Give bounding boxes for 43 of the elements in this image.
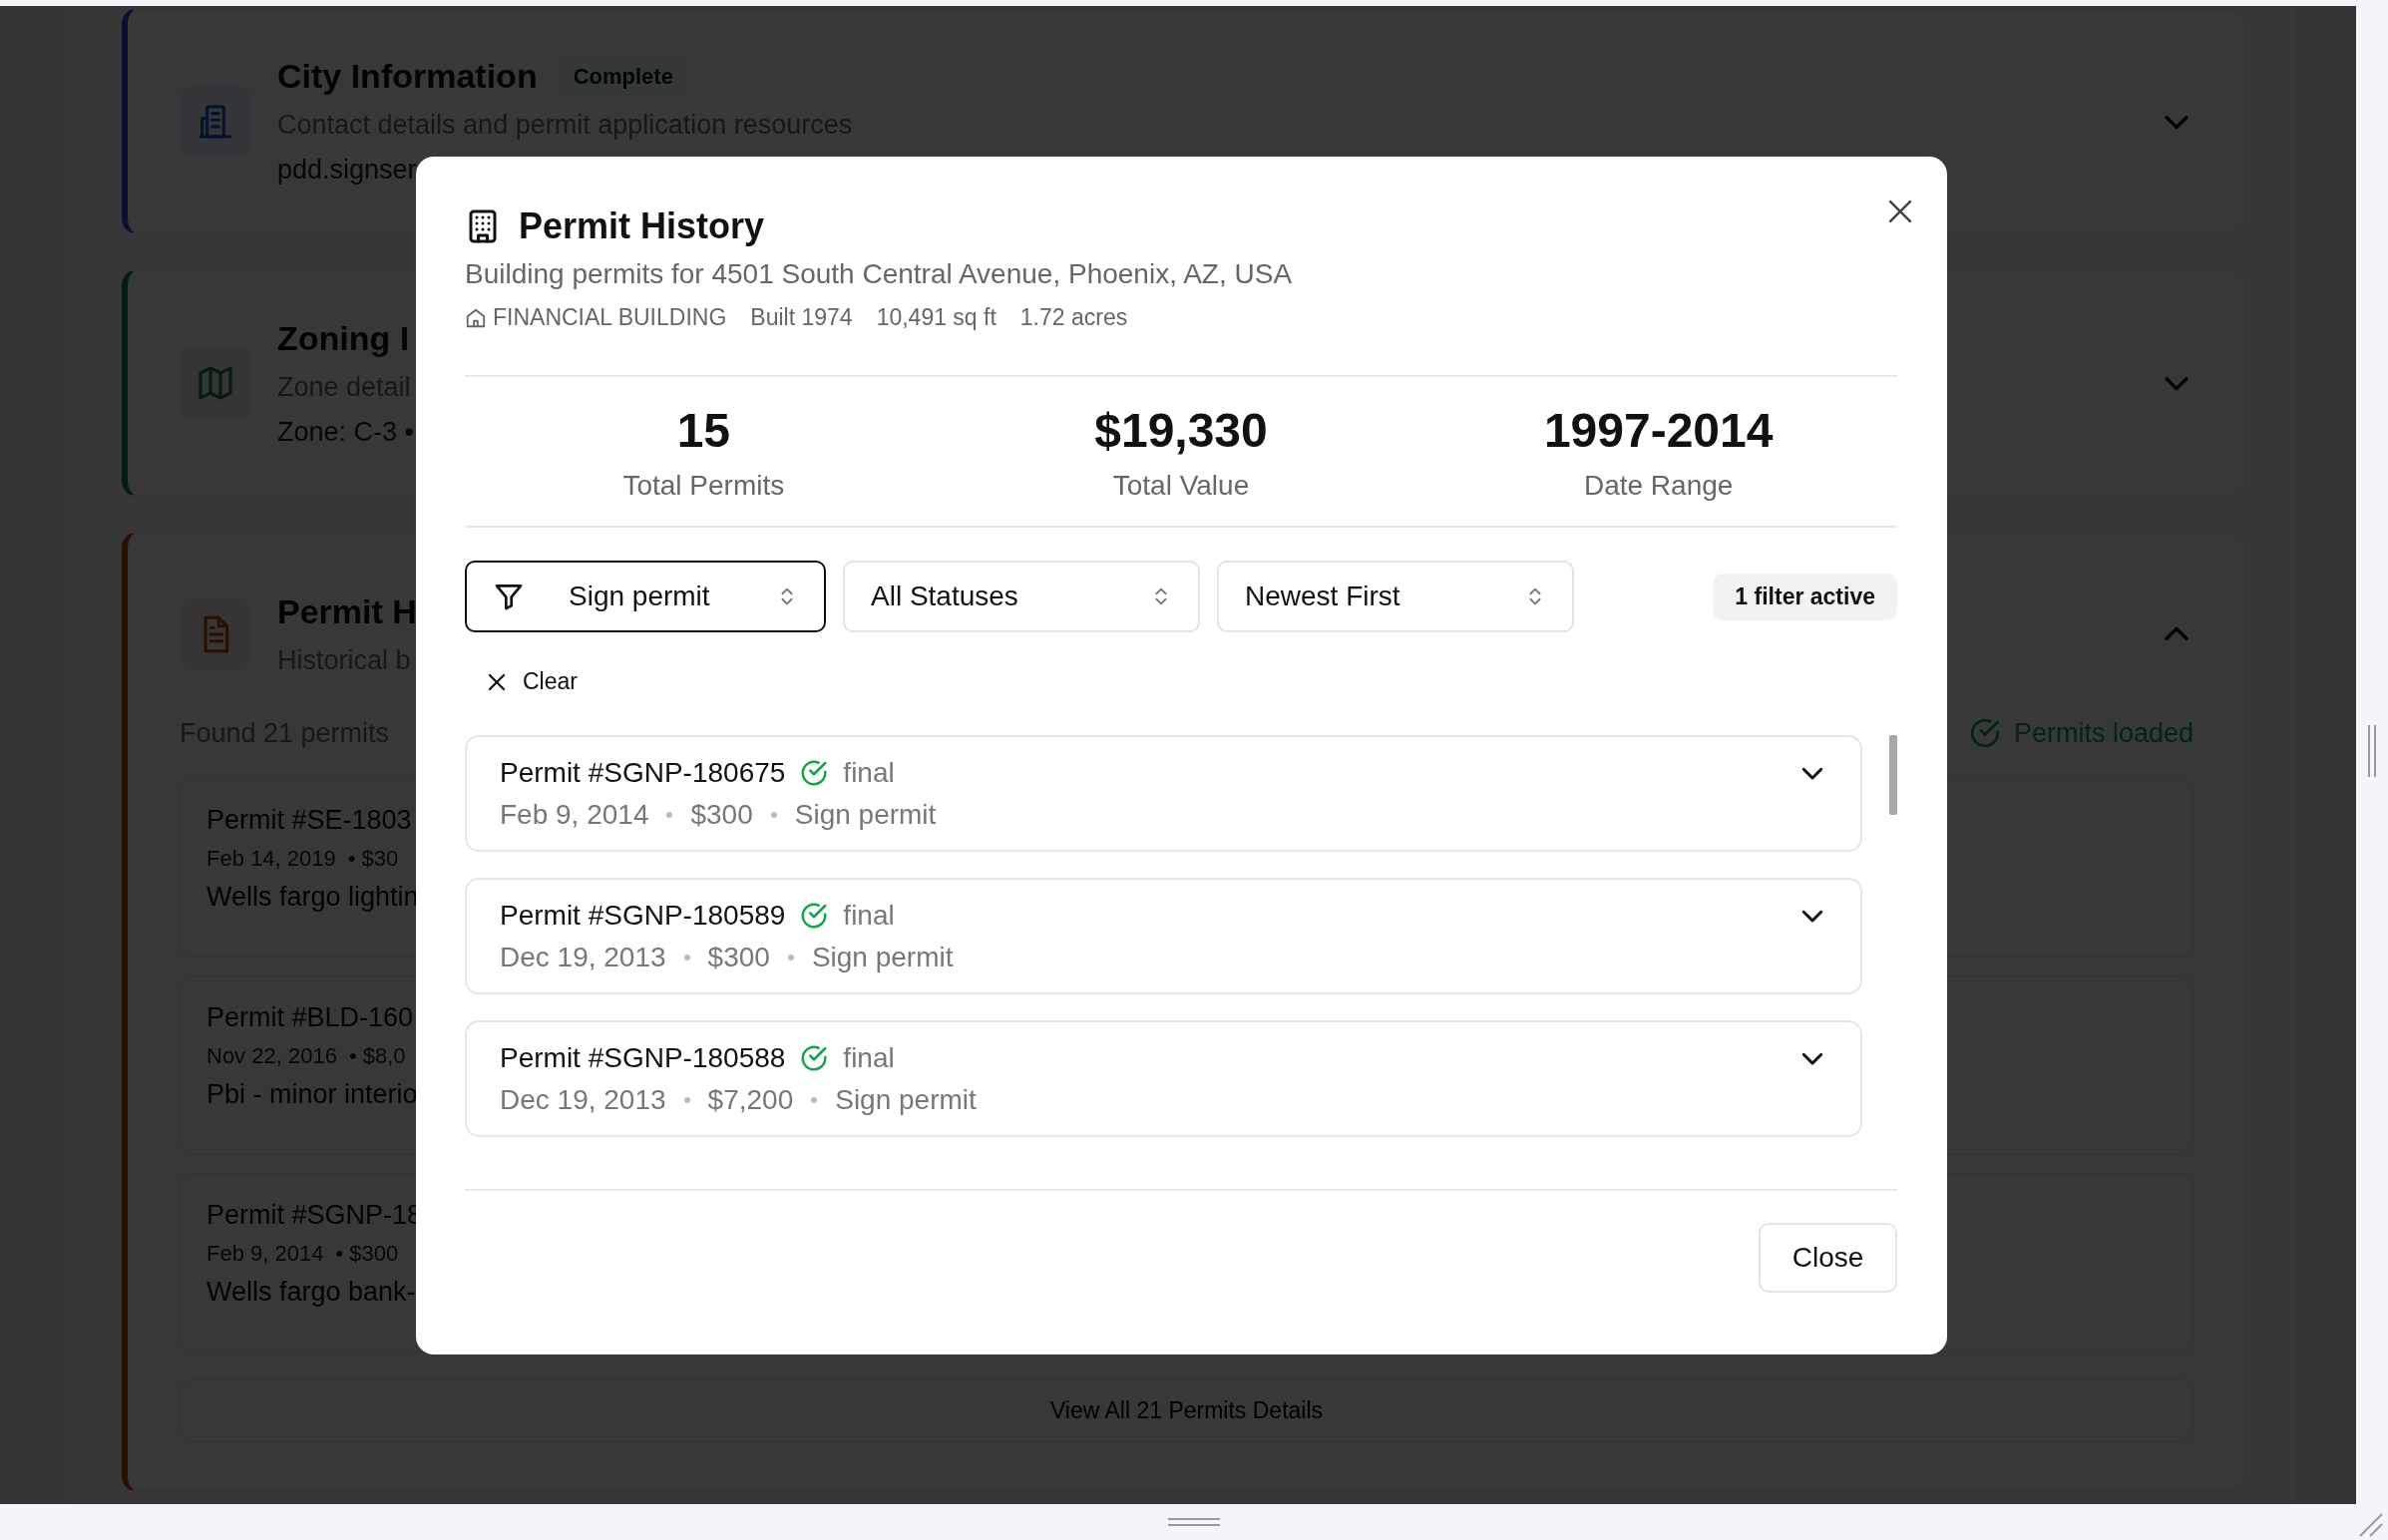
drag-handle-icon[interactable]: [1168, 1517, 1220, 1527]
permit-item[interactable]: Permit #SGNP-180589 final Dec 19, 2013 $300 Sign permit: [465, 878, 1862, 994]
filter-select[interactable]: Sign permit: [465, 561, 826, 632]
dialog-subtitle: Building permits for 4501 South Central Avenue, Phoenix, AZ, USA: [465, 258, 1294, 290]
clear-button[interactable]: Clear: [465, 668, 578, 695]
permit-number: Permit #SGNP-180675: [500, 756, 786, 789]
stat-label: Date Range: [1583, 470, 1734, 502]
permit-value: $300: [707, 941, 770, 973]
permit-type: Sign permit: [811, 941, 954, 973]
building-fact: Built 1974: [750, 304, 853, 331]
check-circle-icon: [799, 757, 830, 788]
scrollbar-thumb[interactable]: [1889, 735, 1897, 815]
permit-item[interactable]: Permit #SGNP-180675 final Feb 9, 2014 $300 Sign permit: [465, 735, 1862, 852]
permit-date: Feb 9, 2014: [500, 798, 649, 831]
stat-value: 15: [676, 403, 730, 458]
permit-type: Sign permit: [794, 798, 937, 831]
permit-number: Permit #SGNP-180588: [500, 1041, 786, 1074]
stat-label: Total Value: [1112, 470, 1250, 502]
home-icon: [465, 306, 487, 329]
filter-count-badge: 1 filter active: [1713, 573, 1897, 620]
building-fact: 10,491 sq ft: [876, 304, 996, 331]
permit-value: $7,200: [707, 1083, 794, 1116]
filter-select[interactable]: All Statuses: [843, 561, 1200, 632]
permit-status: final: [843, 756, 895, 789]
close-button[interactable]: Close: [1759, 1223, 1897, 1293]
check-circle-icon: [799, 1042, 830, 1073]
permit-date: Dec 19, 2013: [500, 1083, 666, 1116]
filter-select[interactable]: Newest First: [1217, 561, 1574, 632]
stat-value: $19,330: [1094, 403, 1268, 458]
permit-date: Dec 19, 2013: [500, 941, 666, 973]
permit-type: Sign permit: [835, 1083, 977, 1116]
permit-status: final: [843, 1041, 895, 1074]
stat-value: 1997-2014: [1543, 403, 1774, 458]
resize-handle-icon[interactable]: [2367, 725, 2377, 777]
building-type: FINANCIAL BUILDING: [493, 304, 727, 331]
permit-status: final: [843, 899, 895, 932]
permit-item[interactable]: Permit #SGNP-180588 final Dec 19, 2013 $7,200 Sign permit: [465, 1020, 1862, 1137]
check-circle-icon: [799, 900, 830, 931]
dialog-title: Permit History: [519, 205, 765, 247]
permit-value: $300: [690, 798, 753, 831]
permit-number: Permit #SGNP-180589: [500, 899, 786, 932]
stat-label: Total Permits: [622, 470, 785, 502]
building-fact: 1.72 acres: [1019, 304, 1128, 331]
